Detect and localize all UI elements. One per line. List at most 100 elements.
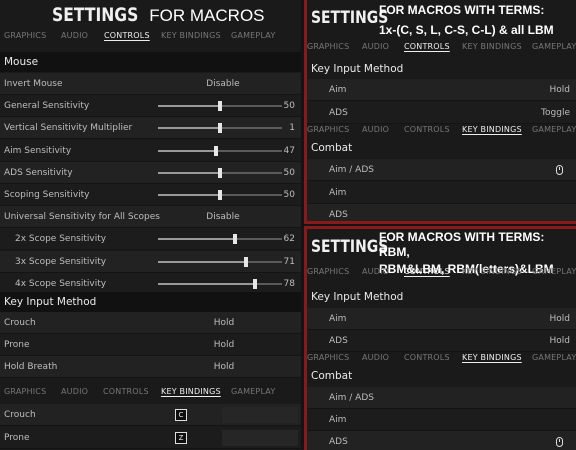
tab-key-bindings[interactable]: KEY BINDINGS: [462, 267, 522, 276]
key-input-value[interactable]: Hold: [194, 334, 254, 356]
tab-audio[interactable]: AUDIO: [61, 31, 88, 40]
setting-row-aim-sensitivity[interactable]: Aim Sensitivity 47: [0, 139, 301, 162]
tab-gameplay[interactable]: GAMEPLAY: [231, 387, 275, 396]
slider-handle[interactable]: [244, 256, 249, 267]
tab-graphics[interactable]: GRAPHICS: [307, 353, 349, 362]
key-c-keycap[interactable]: C: [175, 409, 187, 421]
tab-key-bindings[interactable]: KEY BINDINGS: [161, 31, 221, 40]
sensitivity-slider[interactable]: [158, 123, 282, 134]
key-input-section-header: Key Input Method: [307, 287, 576, 307]
tab-controls[interactable]: CONTROLS: [404, 267, 450, 276]
setting-row-invert-mouse[interactable]: Invert Mouse Disable: [0, 73, 301, 95]
tab-audio[interactable]: AUDIO: [362, 125, 389, 134]
key-input-label: Hold Breath: [4, 362, 58, 372]
combat-row-ads[interactable]: ADS: [307, 204, 576, 221]
tab-audio[interactable]: AUDIO: [362, 267, 389, 276]
combat-section-header: Combat: [307, 138, 576, 158]
slider-fill: [158, 260, 247, 263]
binding-label: Prone: [4, 433, 30, 443]
slider-handle[interactable]: [214, 145, 219, 156]
setting-option-value[interactable]: Disable: [193, 206, 253, 228]
key-input-section-header: Key Input Method: [307, 59, 576, 79]
sensitivity-slider[interactable]: [158, 190, 282, 200]
tab-gameplay[interactable]: GAMEPLAY: [231, 31, 275, 40]
key-input-value[interactable]: Hold: [194, 356, 254, 378]
key-input-value[interactable]: Toggle: [541, 102, 570, 124]
tab-gameplay[interactable]: GAMEPLAY: [532, 125, 576, 134]
setting-row-scoping-sensitivity[interactable]: Scoping Sensitivity 50: [0, 184, 301, 206]
key-input-value[interactable]: Hold: [550, 330, 571, 352]
setting-row-vertical-sensitivity-multiplier[interactable]: Vertical Sensitivity Multiplier 1: [0, 117, 301, 140]
sensitivity-slider[interactable]: [158, 278, 282, 289]
combat-row-ads[interactable]: ADS: [307, 431, 576, 450]
combat-row-aim[interactable]: Aim: [307, 182, 576, 204]
key-input-row-ads[interactable]: ADS Toggle: [307, 102, 576, 124]
combat-row-aim[interactable]: Aim: [307, 409, 576, 431]
key-input-row-aim[interactable]: Aim Hold: [307, 308, 576, 330]
setting-row-ads-sensitivity[interactable]: ADS Sensitivity 50: [0, 161, 301, 184]
setting-label: Vertical Sensitivity Multiplier: [4, 123, 133, 134]
slider-handle[interactable]: [232, 234, 237, 245]
tab-audio[interactable]: AUDIO: [362, 42, 389, 51]
secondary-key-slot[interactable]: [222, 430, 298, 446]
tab-graphics[interactable]: GRAPHICS: [4, 31, 46, 40]
key-input-row-aim[interactable]: Aim Hold: [307, 79, 576, 101]
setting-row-scope-2x-sensitivity[interactable]: 2x Scope Sensitivity 62: [0, 228, 301, 251]
mouse-icon[interactable]: [556, 437, 563, 447]
sensitivity-slider[interactable]: [158, 167, 282, 178]
slider-handle[interactable]: [218, 101, 222, 112]
sensitivity-slider[interactable]: [158, 256, 282, 267]
tab-controls[interactable]: CONTROLS: [404, 353, 450, 362]
setting-label: Invert Mouse: [4, 79, 63, 89]
key-input-value[interactable]: Hold: [550, 308, 571, 330]
tab-controls[interactable]: CONTROLS: [404, 42, 450, 51]
tab-audio[interactable]: AUDIO: [61, 387, 88, 396]
slider-fill: [158, 149, 217, 152]
slider-handle[interactable]: [218, 190, 222, 200]
tab-key-bindings[interactable]: KEY BINDINGS: [161, 387, 221, 396]
setting-label: Aim Sensitivity: [4, 145, 72, 156]
tab-graphics[interactable]: GRAPHICS: [307, 42, 349, 51]
tab-gameplay[interactable]: GAMEPLAY: [532, 353, 576, 362]
tab-key-bindings[interactable]: KEY BINDINGS: [462, 353, 522, 362]
key-input-value[interactable]: Hold: [194, 312, 254, 334]
tab-graphics[interactable]: GRAPHICS: [307, 267, 349, 276]
key-input-row-crouch[interactable]: Crouch Hold: [0, 312, 301, 334]
secondary-key-slot[interactable]: [222, 407, 298, 423]
sensitivity-slider[interactable]: [158, 101, 282, 112]
key-input-row-ads[interactable]: ADS Hold: [307, 330, 576, 352]
combat-label: Aim / ADS: [329, 393, 374, 403]
binding-row-crouch[interactable]: Crouch C: [0, 404, 301, 426]
mouse-icon[interactable]: [556, 165, 563, 175]
key-z-keycap[interactable]: Z: [175, 432, 187, 444]
setting-value: 47: [283, 145, 295, 156]
key-input-row-prone[interactable]: Prone Hold: [0, 334, 301, 356]
tab-controls[interactable]: CONTROLS: [104, 31, 150, 40]
tab-controls[interactable]: CONTROLS: [103, 387, 149, 396]
setting-row-general-sensitivity[interactable]: General Sensitivity 50: [0, 95, 301, 118]
binding-row-prone[interactable]: Prone Z: [0, 427, 301, 449]
combat-row-aim-ads[interactable]: Aim / ADS: [307, 387, 576, 409]
sensitivity-slider[interactable]: [158, 145, 282, 156]
tab-controls[interactable]: CONTROLS: [404, 125, 450, 134]
tab-gameplay[interactable]: GAMEPLAY: [532, 42, 576, 51]
setting-row-universal-sensitivity-all-scopes[interactable]: Universal Sensitivity for All Scopes Disa…: [0, 206, 301, 229]
setting-label: 2x Scope Sensitivity: [15, 234, 107, 245]
tab-audio[interactable]: AUDIO: [362, 353, 389, 362]
mouse-section-header: Mouse: [0, 52, 301, 72]
tab-graphics[interactable]: GRAPHICS: [4, 387, 46, 396]
setting-row-scope-3x-sensitivity[interactable]: 3x Scope Sensitivity 71: [0, 250, 301, 273]
key-input-value[interactable]: Hold: [550, 79, 571, 101]
tab-gameplay[interactable]: GAMEPLAY: [532, 267, 576, 276]
slider-handle[interactable]: [218, 123, 222, 134]
tab-key-bindings[interactable]: KEY BINDINGS: [462, 125, 522, 134]
setting-option-value[interactable]: Disable: [193, 73, 253, 95]
tab-key-bindings[interactable]: KEY BINDINGS: [462, 42, 522, 51]
slider-handle[interactable]: [218, 167, 222, 178]
combat-row-aim-ads[interactable]: Aim / ADS: [307, 159, 576, 181]
key-input-label: Aim: [329, 314, 347, 324]
tab-graphics[interactable]: GRAPHICS: [307, 125, 349, 134]
sensitivity-slider[interactable]: [158, 234, 282, 245]
slider-handle[interactable]: [252, 278, 257, 289]
key-input-row-hold-breath[interactable]: Hold Breath Hold: [0, 356, 301, 378]
